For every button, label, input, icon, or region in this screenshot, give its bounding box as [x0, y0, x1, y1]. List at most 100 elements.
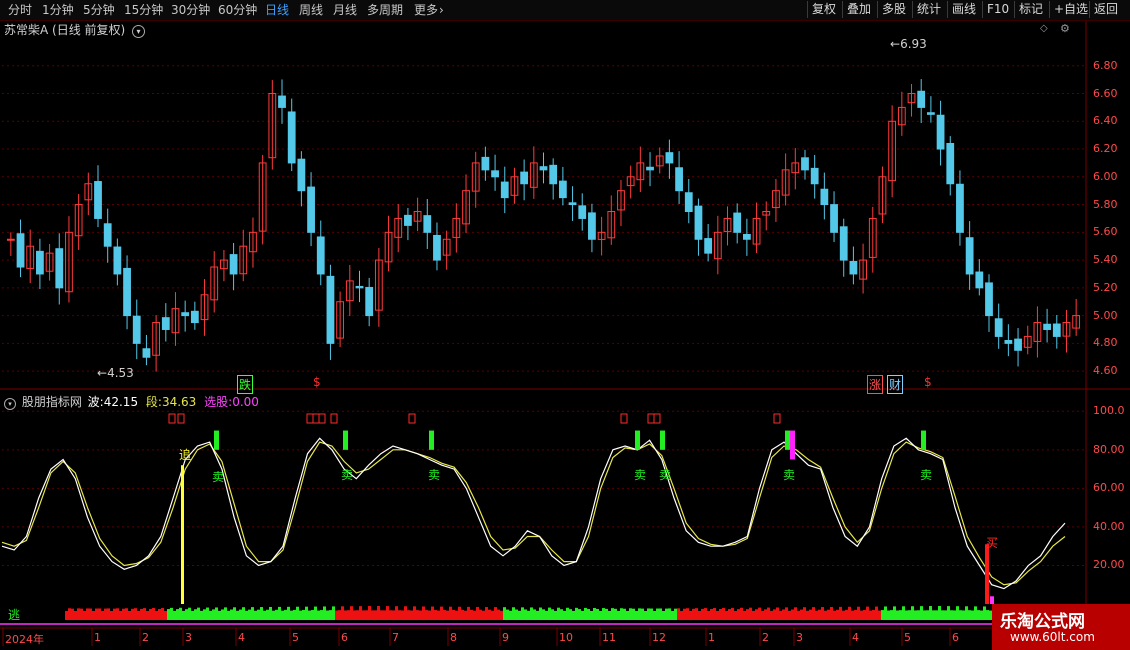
trend-band-278	[278, 606, 281, 620]
trend-band-785	[785, 607, 788, 620]
event-marker-dollar-2[interactable]: $	[924, 375, 932, 389]
event-marker-dollar[interactable]: $	[313, 375, 321, 389]
trend-band-428	[428, 610, 431, 620]
trend-band-761	[761, 610, 764, 620]
trend-band-902	[902, 606, 905, 620]
trend-band-860	[860, 610, 863, 620]
candle-body-108	[1052, 323, 1061, 337]
trend-band-410	[410, 610, 413, 620]
candle-body-32	[316, 236, 325, 275]
trend-band-959	[959, 610, 962, 620]
ind-y-tick-0: 100.0	[1093, 404, 1125, 418]
trend-band-794	[794, 607, 797, 620]
trend-band-554	[554, 610, 557, 620]
trend-band-818	[818, 609, 821, 620]
trend-band-887	[887, 610, 890, 620]
trend-band-314	[314, 606, 317, 620]
trend-band-125	[125, 608, 128, 620]
trend-band-425	[425, 610, 428, 620]
trend-band-362	[362, 610, 365, 620]
trend-band-515	[515, 609, 518, 620]
candle-body-13	[132, 315, 141, 344]
event-marker-rise[interactable]: 涨	[867, 375, 884, 394]
trend-band-236	[236, 610, 239, 620]
trend-band-863	[863, 609, 866, 620]
date-label-14: 2	[762, 631, 769, 644]
ind-y-tick-4: 20.00	[1093, 558, 1125, 572]
trend-band-95	[95, 608, 98, 620]
trend-band-710	[710, 608, 713, 620]
trend-band-491	[491, 610, 494, 620]
date-label-10: 10	[559, 631, 573, 644]
main-y-tick-7: 5.40	[1093, 253, 1118, 267]
candle-body-100	[975, 271, 984, 289]
trend-band-317	[317, 610, 320, 620]
buy-bar-magenta	[990, 596, 994, 604]
trend-band-389	[389, 610, 392, 620]
trend-band-308	[308, 610, 311, 620]
date-label-15: 3	[796, 631, 803, 644]
trend-band-791	[791, 609, 794, 620]
sell-label-2: 卖	[428, 468, 441, 482]
signal-box-3	[312, 413, 320, 424]
trend-band-683	[683, 608, 686, 620]
trend-band-617	[617, 610, 620, 620]
sell-label-0: 卖	[212, 470, 225, 484]
trend-band-620	[620, 608, 623, 620]
event-marker-drop[interactable]: 跌	[237, 375, 254, 394]
trend-band-344	[344, 610, 347, 620]
candle-body-18	[181, 312, 190, 317]
trend-band-905	[905, 610, 908, 620]
trend-band-227	[227, 610, 230, 620]
trend-band-407	[407, 610, 410, 620]
event-marker-finance[interactable]: 财	[887, 375, 904, 394]
escape-label: 逃	[8, 608, 21, 622]
trend-band-305	[305, 606, 308, 620]
candle-body-31	[307, 186, 315, 233]
trend-band-89	[89, 608, 92, 620]
trend-band-869	[869, 610, 872, 620]
trend-band-650	[650, 608, 653, 620]
signal-box-4	[318, 413, 326, 424]
trend-band-242	[242, 607, 245, 620]
trend-band-329	[329, 610, 332, 620]
trend-band-719	[719, 609, 722, 620]
trend-band-560	[560, 609, 563, 620]
candle-body-98	[956, 183, 964, 233]
trend-band-800	[800, 609, 803, 620]
trend-band-581	[581, 610, 584, 620]
trend-band-788	[788, 610, 791, 620]
signal-box-1	[177, 413, 185, 424]
trend-band-956	[956, 606, 959, 620]
trend-band-518	[518, 610, 521, 620]
trend-band-641	[641, 608, 644, 620]
trend-band-290	[290, 610, 293, 620]
sell-bar-6	[921, 430, 926, 450]
trend-band-731	[731, 607, 734, 620]
trend-band-254	[254, 610, 257, 620]
trend-band-578	[578, 609, 581, 620]
candle-body-72	[704, 238, 713, 254]
trend-band-161	[161, 607, 164, 620]
trend-band-218	[218, 610, 221, 620]
trend-band-65	[65, 610, 68, 620]
candle-body-70	[684, 192, 693, 212]
trend-band-722	[722, 607, 725, 620]
signal-box-7	[620, 413, 628, 424]
trend-band-596	[596, 608, 599, 620]
trend-band-347	[347, 610, 350, 620]
candle-body-99	[965, 237, 974, 275]
trend-band-323	[323, 606, 326, 620]
trend-band-338	[338, 610, 341, 620]
signal-box-5	[330, 413, 338, 424]
trend-band-599	[599, 610, 602, 620]
trend-band-854	[854, 609, 857, 620]
trend-band-104	[104, 608, 107, 620]
trend-band-725	[725, 610, 728, 620]
date-label-6: 6	[341, 631, 348, 644]
candle-body-56	[549, 164, 558, 185]
trend-band-224	[224, 607, 227, 620]
date-label-18: 6	[952, 631, 959, 644]
trend-band-353	[353, 610, 356, 620]
trend-band-539	[539, 607, 542, 620]
